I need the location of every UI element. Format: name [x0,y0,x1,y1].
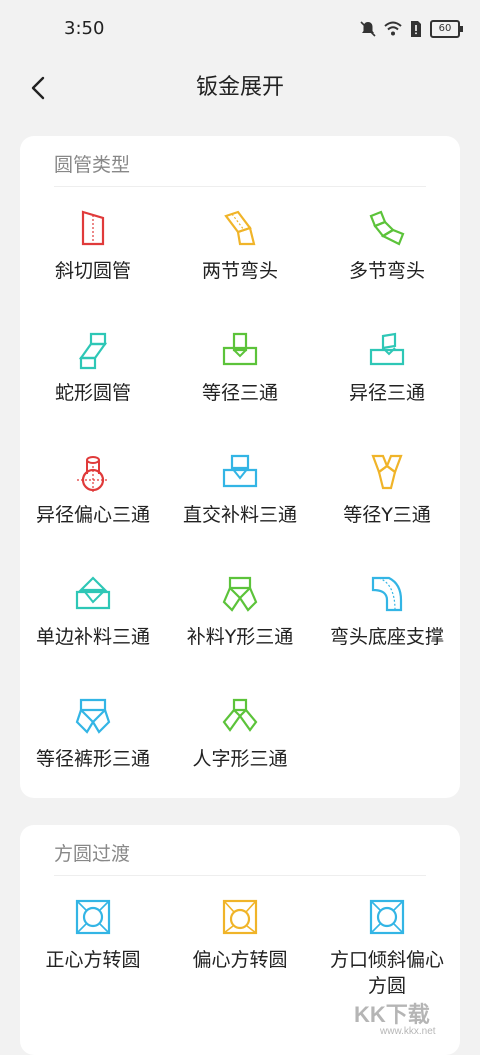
eccentric-reducing-tee-icon [77,456,109,492]
grid-item-reducing-tee[interactable]: 异径三通 [314,318,460,440]
grid-item-equal-trouser-tee[interactable]: 等径裤形三通 [20,684,166,806]
grid-item-eccentric-square-to-round[interactable]: 偏心方转圆 [167,885,313,1007]
item-label: 方口倾斜偏心方圆 [329,949,444,997]
item-label: 等径三通 [201,382,278,404]
equal-y-tee-icon [371,454,403,490]
grid-item-multi-section-elbow[interactable]: 多节弯头 [314,196,460,318]
inclined-eccentric-square-round-icon [369,899,405,935]
patch-y-tee-icon [222,576,258,612]
nav-bar: 钣金展开 [0,60,480,116]
orthogonal-patch-tee-icon [222,454,258,488]
item-label: 直交补料三通 [182,504,297,526]
eccentric-square-to-round-icon [222,899,258,935]
grid-item-equal-tee[interactable]: 等径三通 [167,318,313,440]
centered-square-to-round-icon [75,899,111,935]
item-label: 异径三通 [348,382,425,404]
single-side-patch-tee-icon [75,576,111,610]
item-label: 异径偏心三通 [35,504,150,526]
grid-item-equal-y-tee[interactable]: 等径Y三通 [314,440,460,562]
section-card-round-pipe: 圆管类型 斜切圆管 两节弯头 多节弯头 蛇形圆管 等径三通 异径三通 异径偏心三… [20,136,460,798]
grid-item-oblique-cut-pipe[interactable]: 斜切圆管 [20,196,166,318]
grid-item-centered-square-to-round[interactable]: 正心方转圆 [20,885,166,1007]
section-divider [54,875,426,876]
item-label: 蛇形圆管 [54,382,131,404]
reducing-tee-icon [369,332,405,366]
item-label: 人字形三通 [192,748,288,770]
item-label: 斜切圆管 [54,260,131,282]
section-title: 方圆过渡 [54,843,131,865]
grid-item-orthogonal-patch-tee[interactable]: 直交补料三通 [167,440,313,562]
elbow-base-support-icon [371,576,403,612]
grid-item-two-section-elbow[interactable]: 两节弯头 [167,196,313,318]
grid-item-single-side-patch-tee[interactable]: 单边补料三通 [20,562,166,684]
multi-section-elbow-icon [369,210,405,246]
item-label: 偏心方转圆 [192,949,288,971]
item-label: 补料Y形三通 [186,626,294,648]
item-label: 等径Y三通 [343,504,431,526]
item-label: 单边补料三通 [35,626,150,648]
status-icons: 60 [360,18,463,40]
item-label: 等径裤形三通 [35,748,150,770]
item-label: 正心方转圆 [45,949,141,971]
grid-item-snake-pipe[interactable]: 蛇形圆管 [20,318,166,440]
section-title: 圆管类型 [54,154,131,176]
section-divider [54,186,426,187]
sim-alert-icon [411,21,421,37]
snake-pipe-icon [78,332,108,370]
herringbone-tee-icon [222,698,258,732]
grid-item-elbow-base-support[interactable]: 弯头底座支撑 [314,562,460,684]
battery-indicator: 60 [430,20,463,38]
equal-trouser-tee-icon [75,698,111,734]
equal-tee-icon [222,332,258,366]
item-label: 多节弯头 [348,260,425,282]
item-label: 弯头底座支撑 [329,626,444,648]
status-bar: 3:50 60 [0,0,480,60]
kkx-watermark-logo: KK下载 www.kkx.net [354,1002,436,1036]
mute-icon [360,21,376,37]
grid-item-eccentric-reducing-tee[interactable]: 异径偏心三通 [20,440,166,562]
status-time: 3:50 [64,18,105,39]
wifi-icon [384,21,402,36]
grid-item-patch-y-tee[interactable]: 补料Y形三通 [167,562,313,684]
grid-item-herringbone-tee[interactable]: 人字形三通 [167,684,313,806]
two-section-elbow-icon [224,210,256,246]
svg-text:www.kkx.net: www.kkx.net [379,1026,436,1036]
item-label: 两节弯头 [201,260,278,282]
svg-text:KK下载: KK下载 [354,1002,430,1027]
grid-item-inclined-eccentric-square-round[interactable]: 方口倾斜偏心方圆 [314,885,460,1007]
oblique-cut-pipe-icon [81,210,105,246]
page-title: 钣金展开 [195,75,284,100]
